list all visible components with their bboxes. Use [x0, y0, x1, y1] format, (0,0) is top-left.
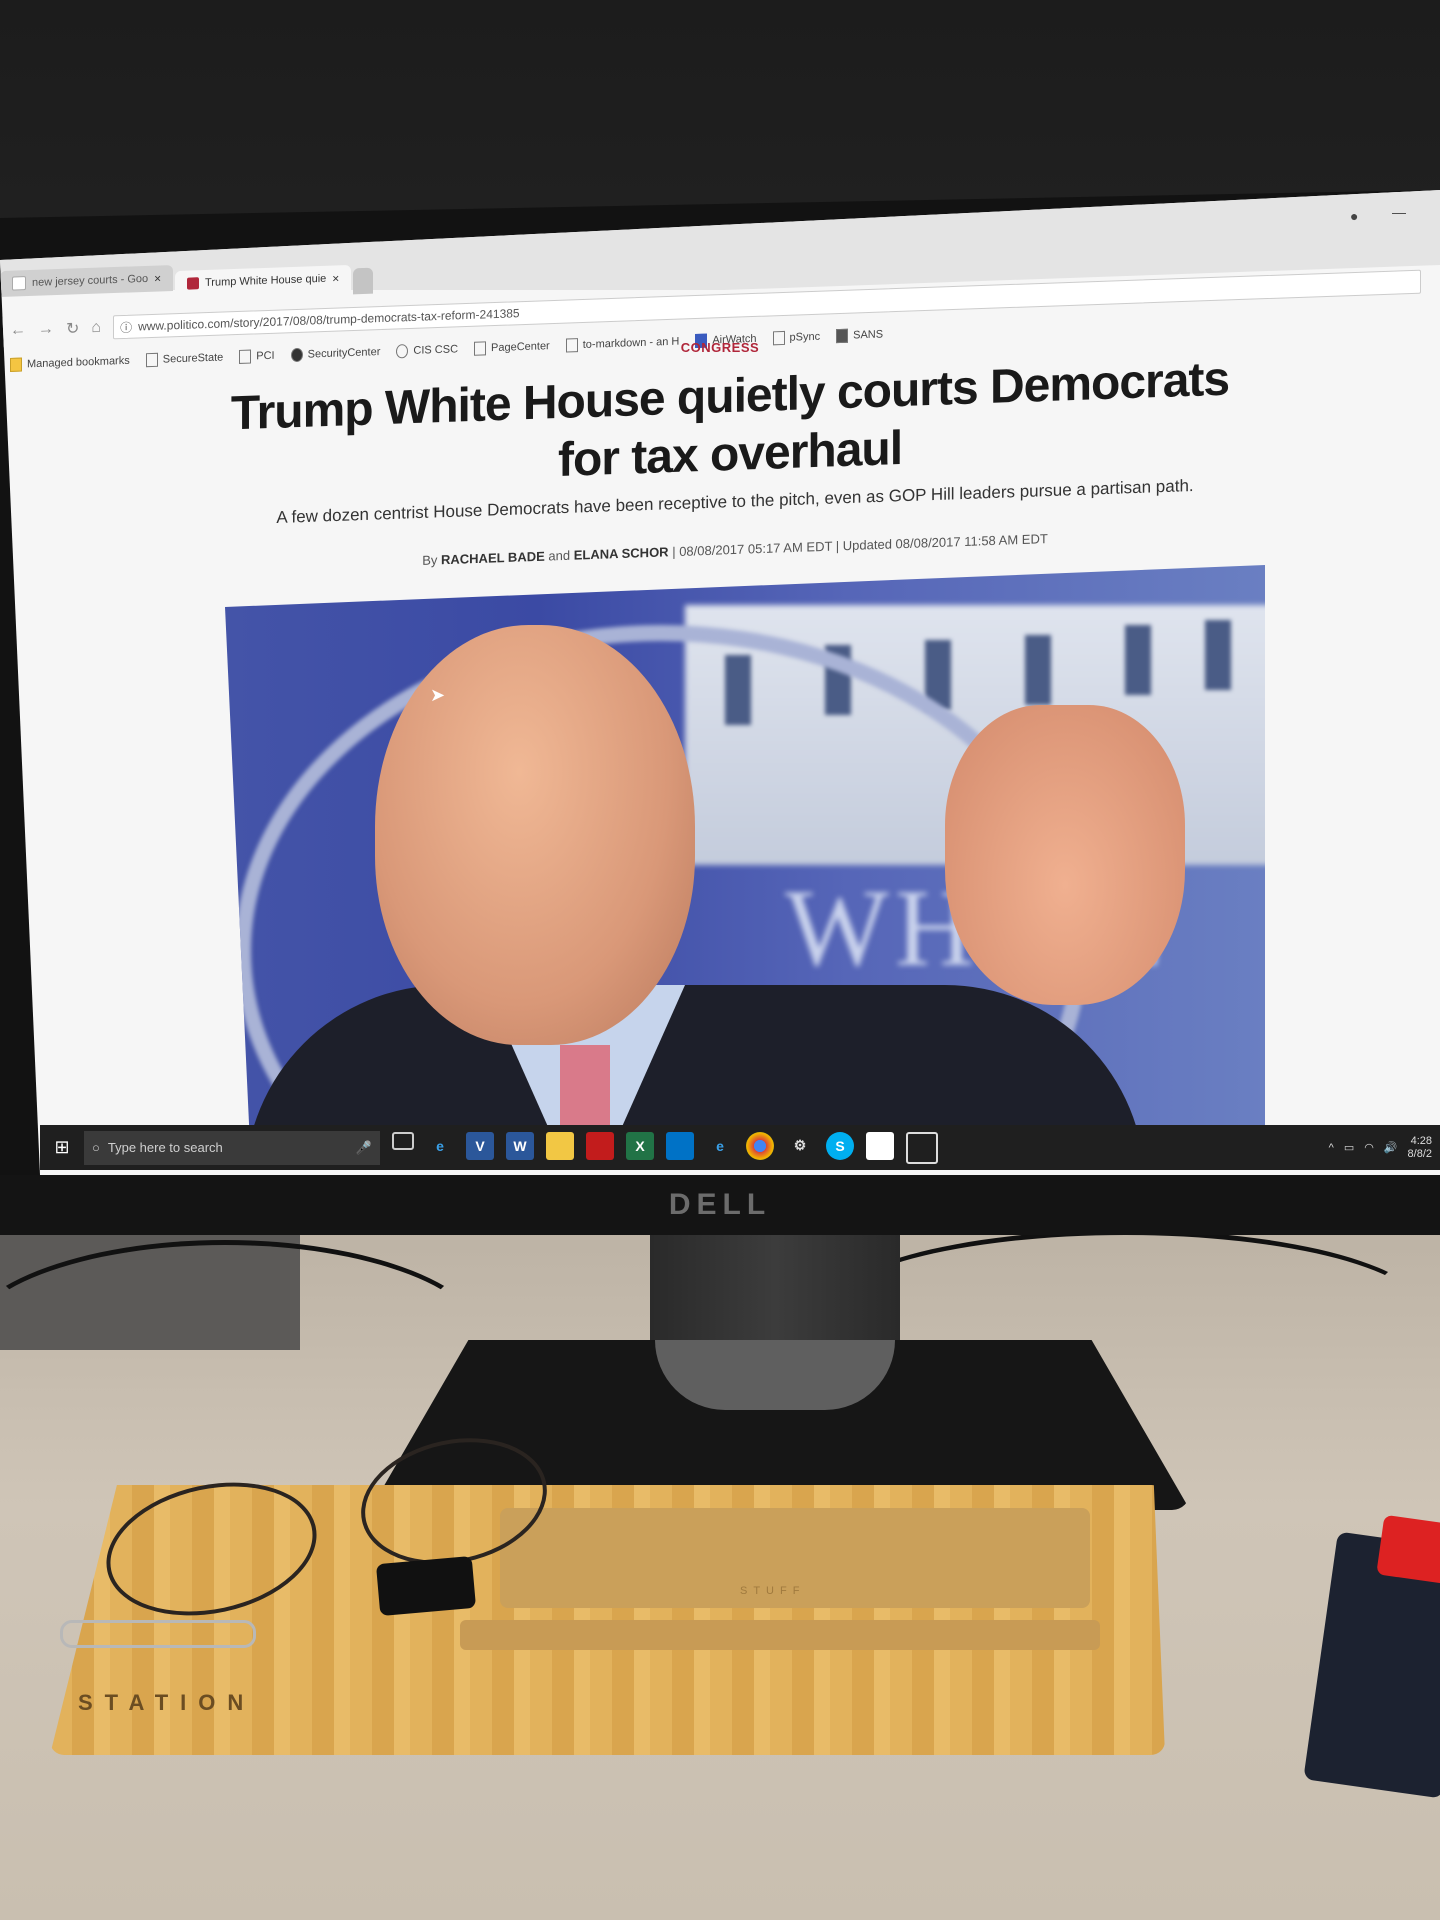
- monitor-brand: DELL: [668, 1188, 772, 1221]
- profile-icon[interactable]: ●: [1350, 208, 1358, 224]
- usb-drive: [375, 1555, 477, 1617]
- microphone-icon[interactable]: 🎤: [356, 1140, 372, 1156]
- author-link[interactable]: RACHAEL BADE: [441, 549, 545, 568]
- back-arrow-icon[interactable]: ←: [10, 321, 26, 340]
- photo-window: [1025, 635, 1051, 705]
- url-text: www.politico.com/story/2017/08/08/trump-…: [138, 306, 520, 334]
- monitor-stand-ring: [655, 1340, 895, 1410]
- acrobat-icon[interactable]: [586, 1131, 614, 1160]
- clock[interactable]: 4:28 8/8/2: [1408, 1135, 1432, 1161]
- chrome-icon[interactable]: [746, 1131, 774, 1160]
- byline: By RACHAEL BADE and ELANA SCHOR | 08/08/…: [422, 531, 1048, 568]
- author-link[interactable]: ELANA SCHOR: [574, 544, 669, 562]
- battery-icon[interactable]: ▭: [1344, 1141, 1354, 1154]
- word-icon[interactable]: V: [466, 1131, 494, 1160]
- internet-explorer-icon[interactable]: e: [426, 1132, 454, 1160]
- info-icon: ⓘ: [120, 320, 133, 335]
- taskbar-search[interactable]: ○ Type here to search 🎤: [84, 1130, 380, 1165]
- organizer-slot: [460, 1620, 1100, 1650]
- pinned-apps: e V W X e ⚙ S: [392, 1131, 938, 1164]
- windows-taskbar: ⊞ ○ Type here to search 🎤 e V W X e ⚙ S …: [40, 1125, 1440, 1170]
- close-tab-icon[interactable]: ×: [154, 271, 161, 285]
- bookmark-managed[interactable]: Managed bookmarks: [10, 354, 130, 372]
- settings-icon[interactable]: ⚙: [786, 1132, 814, 1160]
- app-monitor-icon[interactable]: [906, 1131, 938, 1164]
- edge-icon[interactable]: e: [706, 1132, 734, 1160]
- organizer-label: STATION: [78, 1690, 256, 1715]
- photo-window: [1125, 625, 1151, 695]
- chevron-up-icon[interactable]: ^: [1329, 1142, 1334, 1154]
- politico-icon: [187, 277, 200, 290]
- close-tab-icon[interactable]: ×: [332, 271, 339, 285]
- organizer-inner-label: STUFF: [740, 1585, 806, 1597]
- home-icon[interactable]: ⌂: [91, 319, 101, 337]
- paper-clip: [60, 1620, 256, 1648]
- photo-window: [1205, 620, 1231, 690]
- task-view-icon[interactable]: [392, 1131, 414, 1150]
- skype-icon[interactable]: S: [826, 1131, 854, 1160]
- screen: ● — new jersey courts - Goo × Trump Whit…: [0, 190, 1440, 1175]
- pouch-tab: [1376, 1514, 1440, 1586]
- byline-dates: | 08/08/2017 05:17 AM EDT | Updated 08/0…: [672, 531, 1048, 560]
- photo-head: [375, 625, 695, 1045]
- tab-politico[interactable]: Trump White House quie ×: [175, 264, 352, 298]
- new-tab-button[interactable]: [353, 267, 374, 295]
- mouse-cursor-icon: ➤: [430, 685, 446, 705]
- google-icon: [12, 276, 26, 291]
- wifi-icon[interactable]: ◠: [1364, 1141, 1374, 1154]
- article-photo: WHITE ➤: [225, 565, 1265, 1145]
- tab-label: new jersey courts - Goo: [32, 272, 149, 289]
- word-icon[interactable]: W: [506, 1131, 534, 1160]
- volume-icon[interactable]: 🔊: [1384, 1141, 1398, 1154]
- file-explorer-icon[interactable]: [546, 1131, 574, 1160]
- system-tray: ^ ▭ ◠ 🔊 4:28 8/8/2: [1329, 1135, 1440, 1161]
- outlook-icon[interactable]: [666, 1131, 694, 1160]
- search-placeholder: Type here to search: [107, 1140, 223, 1155]
- photo-suit: [245, 985, 1145, 1145]
- app-window-icon[interactable]: [866, 1131, 894, 1160]
- windows-start-icon[interactable]: ⊞: [40, 1137, 84, 1158]
- minimize-button[interactable]: —: [1392, 204, 1406, 220]
- forward-arrow-icon[interactable]: →: [38, 320, 54, 339]
- photo-raised-hand: [945, 705, 1185, 1005]
- tab-label: Trump White House quie: [205, 272, 327, 290]
- reload-icon[interactable]: ↻: [66, 319, 79, 339]
- folder-icon: [10, 357, 22, 372]
- tab-new-jersey-courts[interactable]: new jersey courts - Goo ×: [0, 264, 174, 298]
- excel-icon[interactable]: X: [626, 1131, 654, 1160]
- cortana-icon: ○: [92, 1140, 100, 1155]
